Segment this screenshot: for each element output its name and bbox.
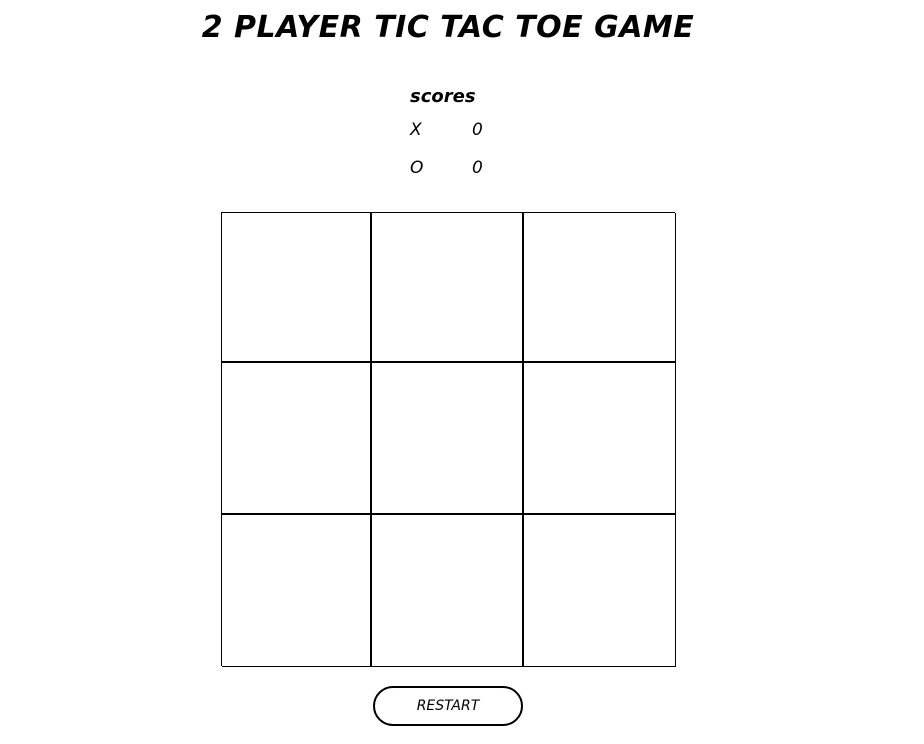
score-player-o-label: O (410, 158, 424, 178)
board-cell-3[interactable] (524, 213, 676, 363)
score-row-o: O 0 (410, 148, 530, 186)
board-cell-9[interactable] (524, 515, 676, 667)
scores-heading: scores (410, 86, 476, 107)
board-cell-8[interactable] (372, 515, 524, 667)
game-title: 2 PLAYER TIC TAC TOE GAME (201, 10, 695, 45)
board-cell-6[interactable] (524, 363, 676, 515)
score-player-x-value: 0 (472, 120, 483, 140)
game-board (221, 212, 676, 667)
restart-button[interactable]: RESTART (373, 686, 523, 726)
board-cell-7[interactable] (222, 515, 372, 667)
score-player-x-label: X (410, 120, 422, 140)
score-player-o-value: 0 (472, 158, 483, 178)
board-cell-4[interactable] (222, 363, 372, 515)
board-cell-5[interactable] (372, 363, 524, 515)
board-cell-2[interactable] (372, 213, 524, 363)
board-cell-1[interactable] (222, 213, 372, 363)
scoreboard: scores X 0 O 0 (410, 84, 530, 186)
score-row-x: X 0 (410, 110, 530, 148)
